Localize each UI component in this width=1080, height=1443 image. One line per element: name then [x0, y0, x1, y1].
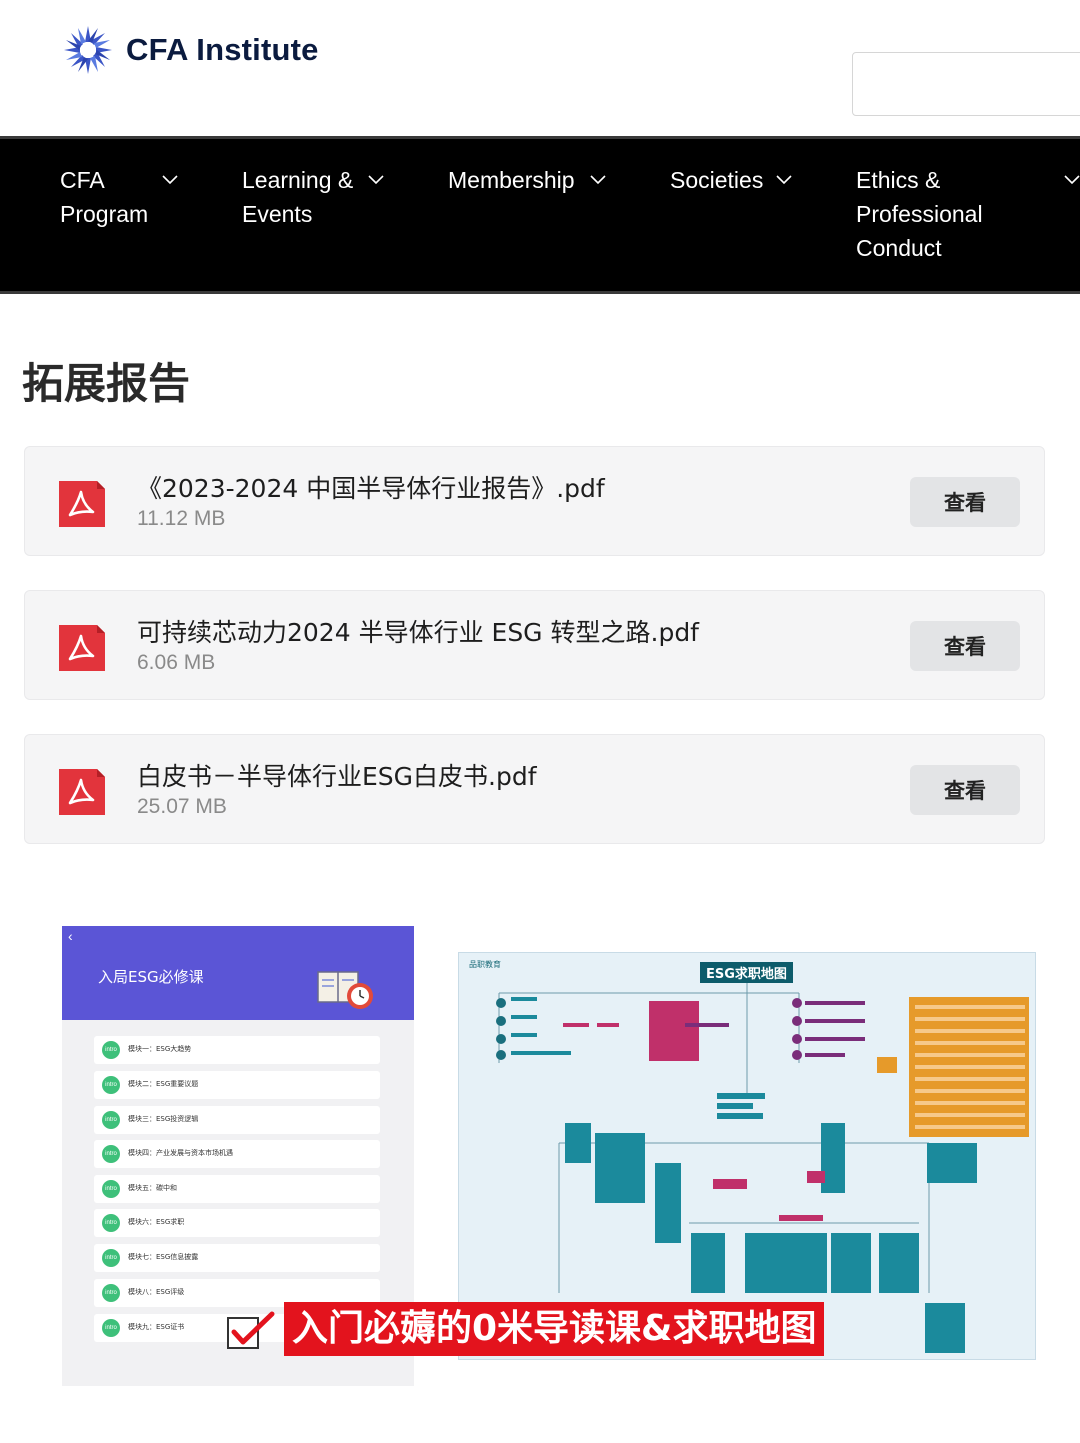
esg-career-map: 品职教育 ESG求职地图 [458, 952, 1036, 1360]
promo-caption: 入门必薅的0米导读课&求职地图 [284, 1302, 825, 1356]
pdf-icon [59, 769, 105, 815]
chevron-down-icon [368, 175, 384, 185]
view-button[interactable]: 查看 [910, 621, 1020, 671]
nav-item-label: Ethics & Professional Conduct [856, 167, 983, 261]
module-label: 模块二：ESG重要议题 [128, 1080, 199, 1088]
intro-badge: intro [102, 1284, 120, 1302]
nav-item-membership[interactable]: Membership [448, 163, 606, 197]
course-module[interactable]: intro 模块五：碳中和 [94, 1175, 380, 1203]
intro-badge: intro [102, 1041, 120, 1059]
section-title: 拓展报告 [22, 359, 191, 408]
module-label: 模块九：ESG证书 [128, 1323, 185, 1331]
cfa-globe-icon [64, 26, 112, 74]
back-arrow-icon[interactable]: ‹ [68, 928, 73, 944]
module-label: 模块三：ESG投资逻辑 [128, 1115, 199, 1123]
intro-badge: intro [102, 1111, 120, 1129]
pdf-icon [59, 481, 105, 527]
course-header: ‹ 入局ESG必修课 [62, 926, 414, 1020]
nav-item-ethics[interactable]: Ethics & Professional Conduct [856, 163, 1080, 265]
module-label: 模块五：碳中和 [128, 1184, 177, 1192]
file-name[interactable]: 可持续芯动力2024 半导体行业 ESG 转型之路.pdf [137, 613, 699, 649]
module-label: 模块六：ESG求职 [128, 1218, 185, 1226]
course-module[interactable]: intro 模块六：ESG求职 [94, 1209, 380, 1237]
chevron-down-icon [776, 175, 792, 185]
course-module[interactable]: intro 模块四：产业发展与资本市场机遇 [94, 1140, 380, 1168]
chevron-down-icon [590, 175, 606, 185]
nav-item-learning-events[interactable]: Learning & Events [242, 163, 384, 231]
main-nav: CFA Program Learning & Events Membership… [0, 136, 1080, 294]
book-clock-icon [317, 971, 373, 1009]
module-label: 模块四：产业发展与资本市场机遇 [128, 1149, 233, 1157]
intro-badge: intro [102, 1076, 120, 1094]
module-label: 模块七：ESG信息披露 [128, 1253, 199, 1261]
nav-item-label: Learning & Events [242, 167, 354, 227]
cfa-logo[interactable]: CFA Institute [60, 22, 319, 78]
course-module[interactable]: intro 模块二：ESG重要议题 [94, 1071, 380, 1099]
nav-item-societies[interactable]: Societies [670, 163, 792, 197]
intro-badge: intro [102, 1145, 120, 1163]
module-label: 模块八：ESG评级 [128, 1288, 185, 1296]
module-label: 模块一：ESG大趋势 [128, 1045, 192, 1053]
file-card: 《2023-2024 中国半导体行业报告》.pdf 11.12 MB 查看 [24, 446, 1045, 556]
course-title: 入局ESG必修课 [98, 968, 204, 986]
file-card: 白皮书－半导体行业ESG白皮书.pdf 25.07 MB 查看 [24, 734, 1045, 844]
logo-text: CFA Institute [126, 32, 319, 67]
checkmark-box-icon [227, 1311, 275, 1349]
site-header: CFA Institute [0, 0, 1080, 136]
search-input[interactable] [852, 52, 1080, 116]
mindmap-graphic [496, 983, 1029, 1353]
view-button[interactable]: 查看 [910, 477, 1020, 527]
nav-item-label: Membership [448, 167, 575, 193]
file-card: 可持续芯动力2024 半导体行业 ESG 转型之路.pdf 6.06 MB 查看 [24, 590, 1045, 700]
course-module[interactable]: intro 模块七：ESG信息披露 [94, 1244, 380, 1272]
intro-badge: intro [102, 1214, 120, 1232]
file-size: 6.06 MB [137, 651, 216, 674]
file-name[interactable]: 《2023-2024 中国半导体行业报告》.pdf [137, 469, 605, 505]
pdf-icon [59, 625, 105, 671]
file-name[interactable]: 白皮书－半导体行业ESG白皮书.pdf [137, 757, 537, 793]
intro-badge: intro [102, 1249, 120, 1267]
chevron-down-icon [1064, 175, 1080, 185]
file-size: 11.12 MB [137, 507, 226, 530]
course-module[interactable]: intro 模块三：ESG投资逻辑 [94, 1106, 380, 1134]
course-module[interactable]: intro 模块一：ESG大趋势 [94, 1036, 380, 1064]
intro-badge: intro [102, 1180, 120, 1198]
view-button[interactable]: 查看 [910, 765, 1020, 815]
nav-item-cfa-program[interactable]: CFA Program [60, 163, 178, 231]
intro-badge: intro [102, 1319, 120, 1337]
file-size: 25.07 MB [137, 795, 227, 818]
chevron-down-icon [162, 175, 178, 185]
nav-item-label: Societies [670, 167, 764, 193]
nav-item-label: CFA Program [60, 167, 149, 227]
